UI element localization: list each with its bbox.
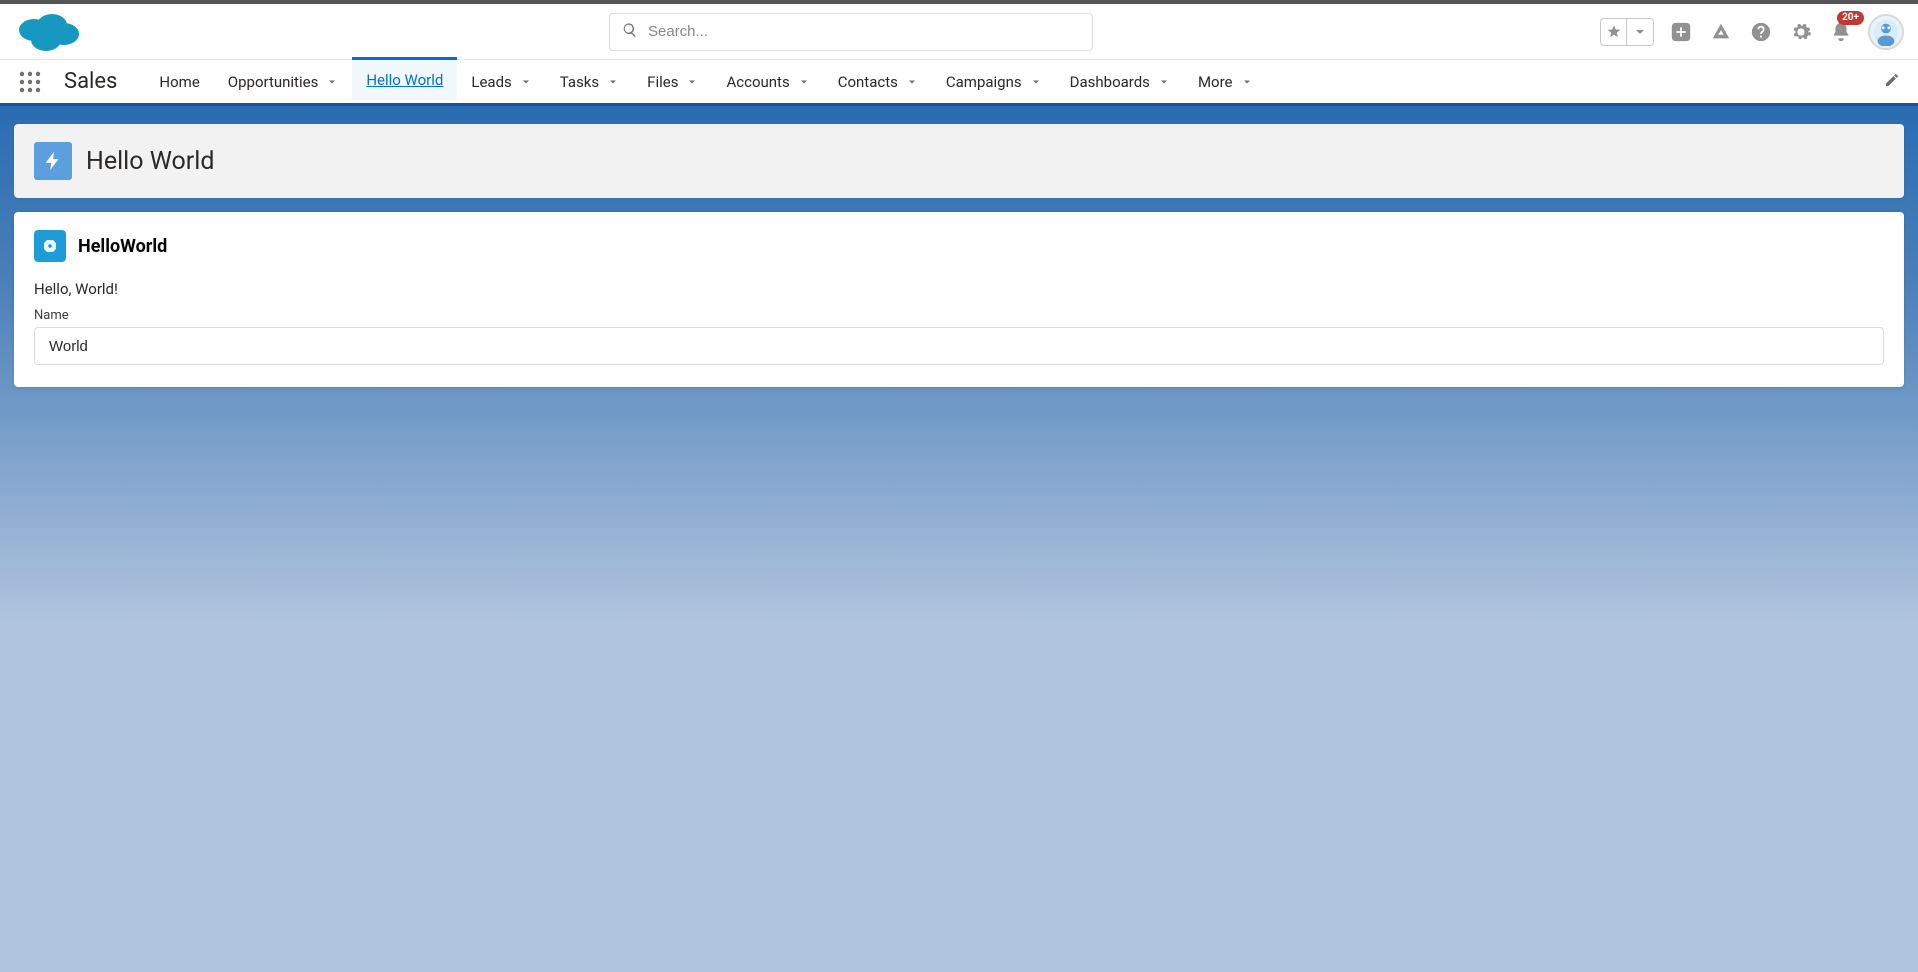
name-field-label: Name — [34, 308, 1884, 323]
help-icon[interactable] — [1748, 19, 1774, 45]
page-body: Hello World HelloWorld Hello, World! Nam… — [0, 106, 1918, 968]
chevron-down-icon[interactable] — [607, 76, 619, 88]
app-name: Sales — [64, 69, 117, 94]
chevron-down-icon[interactable] — [1241, 76, 1253, 88]
search-icon — [622, 22, 648, 42]
trailhead-icon[interactable] — [1708, 19, 1734, 45]
favorite-star-button[interactable] — [1601, 19, 1627, 45]
nav-tab-opportunities[interactable]: Opportunities — [214, 60, 353, 103]
nav-tab-label: More — [1198, 73, 1233, 91]
nav-tab-tasks[interactable]: Tasks — [546, 60, 633, 103]
chevron-down-icon[interactable] — [1030, 76, 1042, 88]
lightning-icon — [34, 142, 72, 180]
hello-world-card: HelloWorld Hello, World! Name — [14, 212, 1904, 387]
nav-tab-files[interactable]: Files — [633, 60, 712, 103]
global-actions-button[interactable] — [1668, 19, 1694, 45]
greeting-text: Hello, World! — [34, 280, 1884, 298]
global-search[interactable] — [609, 13, 1093, 51]
nav-tab-label: Opportunities — [228, 73, 319, 91]
nav-tab-contacts[interactable]: Contacts — [824, 60, 932, 103]
nav-tab-label: Hello World — [366, 71, 443, 89]
card-title: HelloWorld — [78, 236, 167, 257]
chevron-down-icon[interactable] — [1158, 76, 1170, 88]
chevron-down-icon[interactable] — [798, 76, 810, 88]
nav-tab-hello-world[interactable]: Hello World — [352, 57, 457, 100]
chevron-down-icon[interactable] — [906, 76, 918, 88]
nav-tab-more[interactable]: More — [1184, 60, 1267, 103]
nav-tab-label: Files — [647, 73, 678, 91]
nav-tab-dashboards[interactable]: Dashboards — [1056, 60, 1184, 103]
page-title: Hello World — [86, 147, 214, 176]
chevron-down-icon[interactable] — [520, 76, 532, 88]
search-input[interactable] — [648, 23, 1080, 40]
favorite-dropdown-button[interactable] — [1627, 19, 1653, 45]
nav-tab-label: Contacts — [838, 73, 898, 91]
nav-tab-leads[interactable]: Leads — [457, 60, 545, 103]
component-icon — [34, 230, 66, 262]
notifications-button[interactable]: 20+ — [1828, 19, 1854, 45]
user-avatar[interactable] — [1868, 14, 1904, 50]
setup-gear-icon[interactable] — [1788, 19, 1814, 45]
page-header: Hello World — [14, 124, 1904, 198]
nav-tab-label: Accounts — [726, 73, 789, 91]
salesforce-logo[interactable] — [14, 8, 82, 56]
nav-tab-label: Home — [159, 73, 199, 91]
notification-count-badge: 20+ — [1837, 11, 1864, 25]
chevron-down-icon[interactable] — [326, 76, 338, 88]
nav-tab-campaigns[interactable]: Campaigns — [932, 60, 1056, 103]
global-header: 20+ — [0, 4, 1918, 60]
nav-tab-home[interactable]: Home — [145, 60, 213, 103]
favorites-control — [1600, 18, 1654, 46]
chevron-down-icon[interactable] — [686, 76, 698, 88]
edit-nav-pencil-icon[interactable] — [1884, 72, 1900, 92]
nav-tab-label: Campaigns — [946, 73, 1022, 91]
nav-tab-label: Leads — [471, 73, 511, 91]
header-utilities: 20+ — [1600, 14, 1904, 50]
nav-tab-accounts[interactable]: Accounts — [712, 60, 823, 103]
name-input[interactable] — [34, 327, 1884, 365]
app-nav-bar: Sales Home Opportunities Hello World Leads T… — [0, 60, 1918, 106]
nav-tab-label: Tasks — [560, 73, 599, 91]
app-launcher-icon[interactable] — [18, 70, 42, 94]
nav-tab-label: Dashboards — [1070, 73, 1150, 91]
